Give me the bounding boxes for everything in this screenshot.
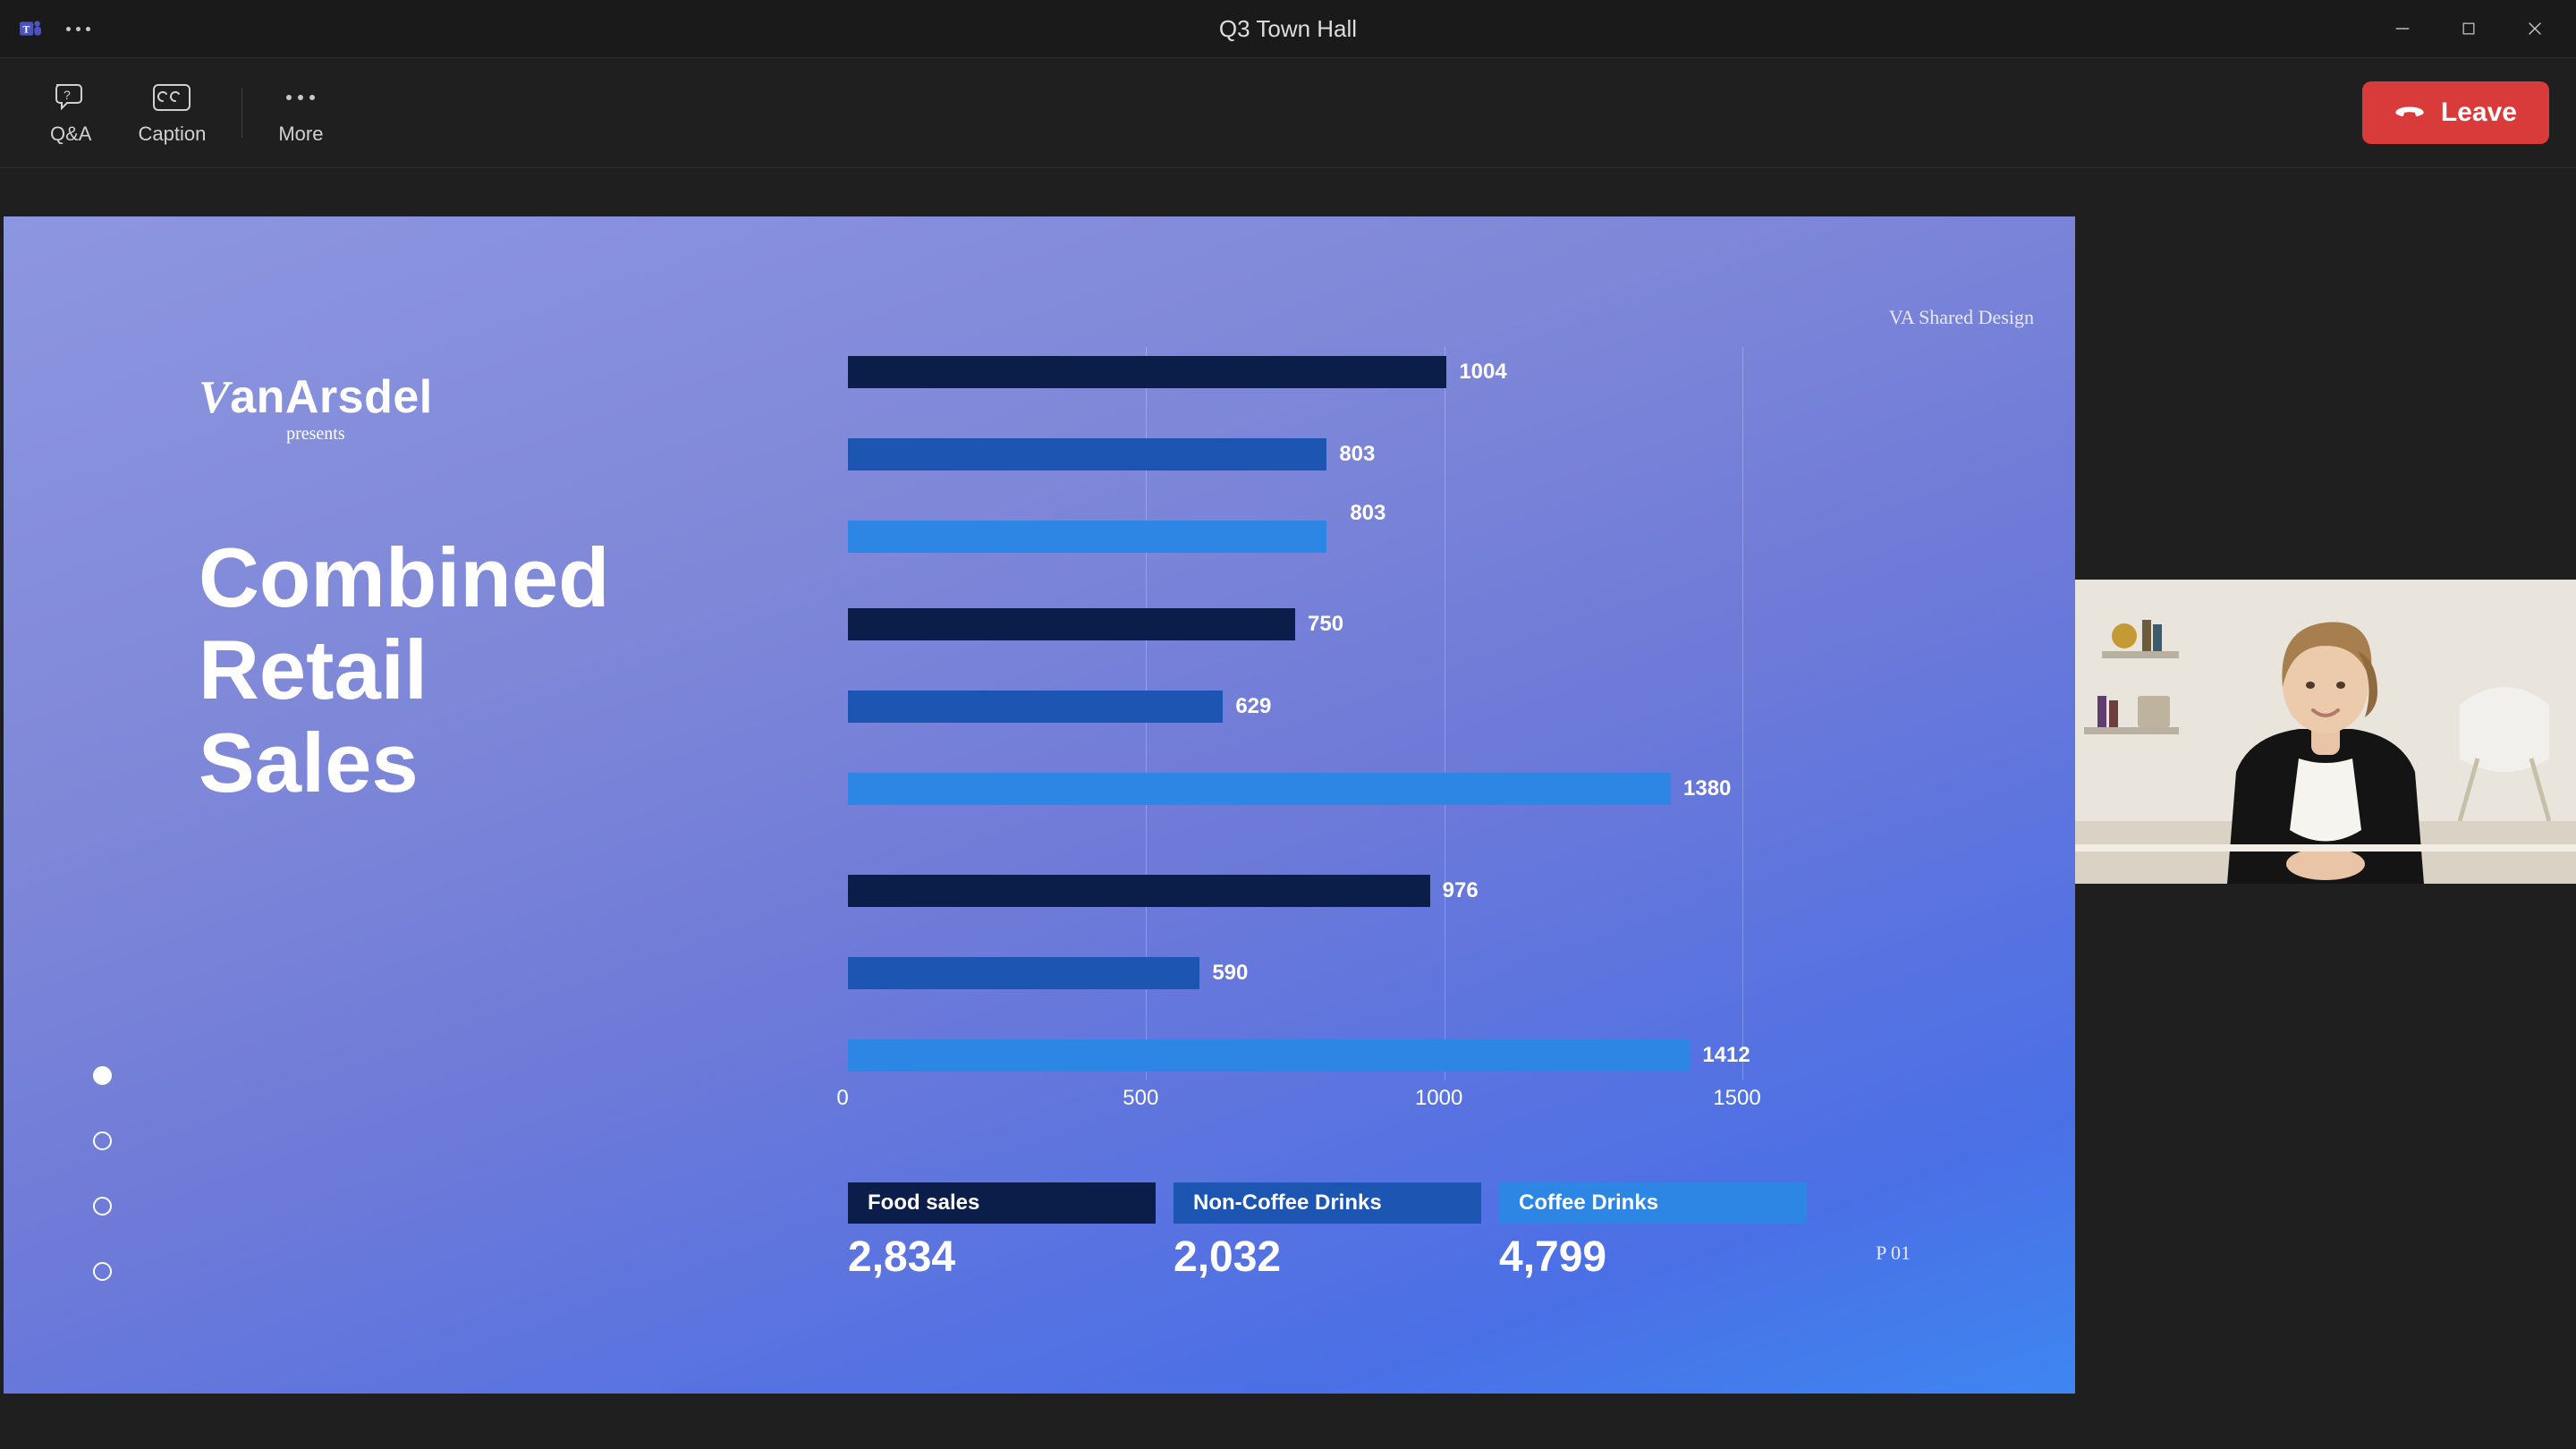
page-dot[interactable] — [93, 1197, 112, 1216]
page-dot[interactable] — [93, 1262, 112, 1281]
window-close-button[interactable] — [2522, 16, 2547, 41]
chart-bar: 1412 — [848, 1039, 1690, 1072]
bar-value-label: 976 — [1443, 878, 1479, 903]
svg-text:?: ? — [64, 88, 71, 102]
legend-label: Coffee Drinks — [1499, 1182, 1807, 1224]
bar-value-label: 750 — [1308, 612, 1343, 637]
brand-name: VanArsdel — [199, 370, 433, 424]
grid-line — [1742, 347, 1743, 1080]
leave-button[interactable]: Leave — [2362, 81, 2549, 144]
bar-chart: 100480380375062913809765901412 050010001… — [848, 356, 1796, 1072]
chart-bar: 803 — [848, 438, 1326, 470]
more-icon — [286, 80, 315, 115]
caption-button[interactable]: Caption — [114, 80, 229, 146]
title-bar: T Q3 Town Hall — [0, 0, 2576, 58]
brand-presents: presents — [199, 424, 433, 445]
axis-tick-label: 1500 — [1713, 1086, 1760, 1111]
legend-label: Non-Coffee Drinks — [1174, 1182, 1481, 1224]
app-icon: T — [16, 14, 45, 43]
slide-page-dots — [93, 1066, 112, 1281]
bar-value-label: 1412 — [1702, 1043, 1750, 1068]
legend-label: Food sales — [848, 1182, 1156, 1224]
slide-title-line: Combined — [199, 531, 610, 623]
legend-item: Coffee Drinks 4,799 — [1499, 1182, 1807, 1282]
qa-icon: ? — [51, 80, 90, 115]
window-minimize-button[interactable] — [2390, 16, 2415, 41]
meeting-toolbar: ? Q&A Caption More Leave — [0, 58, 2576, 168]
legend-total: 2,032 — [1174, 1233, 1481, 1282]
page-dot[interactable] — [93, 1131, 112, 1150]
window-maximize-button[interactable] — [2456, 16, 2481, 41]
hang-up-icon — [2394, 97, 2425, 128]
bar-value-label: 629 — [1235, 694, 1271, 719]
meeting-stage: VA Shared Design P 01 VanArsdel presents… — [0, 168, 2576, 1449]
title-more-icon[interactable] — [66, 27, 90, 31]
page-dot[interactable] — [93, 1066, 112, 1085]
more-label: More — [278, 123, 323, 146]
slide-title-line: Sales — [199, 716, 610, 809]
brand-block: VanArsdel presents — [199, 370, 433, 445]
presenter-video-tile[interactable] — [2075, 580, 2576, 884]
chart-bar: 976 — [848, 875, 1430, 907]
axis-tick-label: 1000 — [1415, 1086, 1462, 1111]
bar-value-label: 590 — [1212, 961, 1248, 986]
leave-label: Leave — [2441, 97, 2517, 128]
bar-value-label: 803 — [1350, 501, 1385, 526]
caption-icon — [150, 80, 193, 115]
qa-button[interactable]: ? Q&A — [27, 80, 114, 146]
slide-title: Combined Retail Sales — [199, 531, 610, 809]
legend-total: 2,834 — [848, 1233, 1156, 1282]
chart-bar — [848, 521, 1326, 553]
caption-label: Caption — [138, 123, 206, 146]
axis-tick-label: 0 — [836, 1086, 848, 1111]
slide-header-tag: VA Shared Design — [1889, 306, 2034, 329]
chart-bar: 1004 — [848, 356, 1446, 388]
chart-bar: 1380 — [848, 773, 1671, 805]
bar-value-label: 803 — [1339, 442, 1375, 467]
bar-value-label: 1004 — [1459, 360, 1506, 385]
slide-title-line: Retail — [199, 623, 610, 716]
axis-tick-label: 500 — [1123, 1086, 1158, 1111]
legend-item: Food sales 2,834 — [848, 1182, 1156, 1282]
shared-slide: VA Shared Design P 01 VanArsdel presents… — [4, 216, 2075, 1394]
svg-text:T: T — [22, 22, 30, 35]
more-button[interactable]: More — [255, 80, 346, 146]
chart-legend: Food sales 2,834 Non-Coffee Drinks 2,032… — [848, 1182, 1807, 1282]
chart-grid: 1004 803 803 750 629 1380 976 590 1412 — [848, 356, 1796, 1072]
window-title: Q3 Town Hall — [1219, 15, 1357, 43]
legend-item: Non-Coffee Drinks 2,032 — [1174, 1182, 1481, 1282]
chart-bar: 629 — [848, 691, 1223, 723]
slide-page-number: P 01 — [1876, 1241, 1911, 1265]
chart-bar: 590 — [848, 957, 1199, 989]
bar-value-label: 1380 — [1683, 776, 1731, 801]
x-axis: 050010001500 — [843, 1086, 1791, 1113]
chart-bar: 750 — [848, 608, 1295, 640]
qa-label: Q&A — [50, 123, 91, 146]
legend-total: 4,799 — [1499, 1233, 1807, 1282]
